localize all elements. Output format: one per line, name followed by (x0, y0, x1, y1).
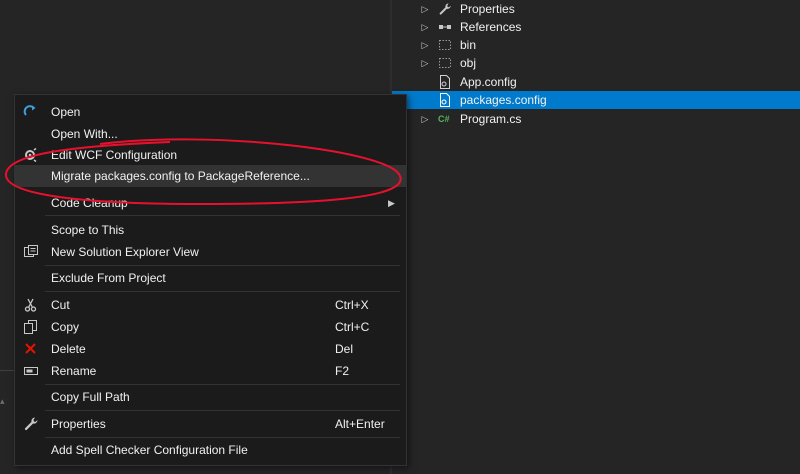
menu-item-label: Edit WCF Configuration (51, 148, 178, 162)
menu-item-cut[interactable]: Cut Ctrl+X (15, 294, 406, 316)
menu-item-label: Delete (51, 342, 86, 356)
tree-item-label: Properties (460, 2, 515, 16)
menu-item-label: Scope to This (51, 223, 125, 237)
menu-item-delete[interactable]: Delete Del (15, 338, 406, 360)
open-arrow-icon (23, 104, 39, 120)
menu-item-label: Open (51, 105, 81, 119)
wrench-icon (23, 416, 39, 432)
folder-outline-icon (438, 56, 452, 70)
tree-item-app-config[interactable]: App.config (392, 73, 800, 91)
shortcut-label: Del (335, 342, 354, 356)
menu-item-label: Code Cleanup (51, 196, 128, 210)
copy-icon (23, 319, 39, 335)
shortcut-label: F2 (335, 364, 350, 378)
expand-arrow-icon[interactable]: ▷ (420, 110, 430, 128)
tree-item-references[interactable]: ▷ References (392, 18, 800, 36)
gear-icon (23, 147, 39, 163)
menu-item-open-with[interactable]: Open With... (15, 123, 406, 145)
menu-separator (45, 265, 400, 266)
tree-item-program-cs[interactable]: ▷ C# Program.cs (392, 110, 800, 128)
menu-item-edit-wcf-configuration[interactable]: Edit WCF Configuration (15, 144, 406, 166)
config-file-icon (438, 93, 452, 107)
solution-explorer: ▷ Properties ▷ References ▷ bin ▷ obj Ap… (392, 0, 800, 474)
tree-item-bin[interactable]: ▷ bin (392, 36, 800, 54)
shortcut-label: Alt+Enter (335, 417, 385, 431)
menu-item-copy[interactable]: Copy Ctrl+C (15, 316, 406, 338)
tree-item-label: obj (460, 56, 477, 70)
tree-item-properties[interactable]: ▷ Properties (392, 0, 800, 18)
submenu-arrow-icon: ▶ (388, 198, 395, 208)
menu-item-add-spell-checker-config[interactable]: Add Spell Checker Configuration File (15, 439, 406, 461)
tree-item-label: Program.cs (460, 112, 522, 126)
scroll-glyph-icon: ▴ (0, 396, 5, 406)
menu-item-migrate-packages-config[interactable]: Migrate packages.config to PackageRefere… (15, 165, 406, 187)
menu-item-label: New Solution Explorer View (51, 245, 199, 259)
tree-item-label: App.config (460, 75, 517, 89)
menu-item-label: Cut (51, 298, 70, 312)
wrench-icon (438, 2, 452, 16)
config-file-icon (438, 75, 452, 89)
menu-item-scope-to-this[interactable]: Scope to This (15, 219, 406, 241)
menu-item-label: Rename (51, 364, 97, 378)
tree-item-obj[interactable]: ▷ obj (392, 54, 800, 72)
menu-item-properties[interactable]: Properties Alt+Enter (15, 413, 406, 435)
menu-item-code-cleanup[interactable]: Code Cleanup ▶ (15, 192, 406, 214)
tree-item-label: bin (460, 38, 477, 52)
menu-item-label: Add Spell Checker Configuration File (51, 443, 248, 457)
menu-item-exclude-from-project[interactable]: Exclude From Project (15, 267, 406, 289)
csharp-file-icon: C# (438, 114, 450, 124)
shortcut-label: Ctrl+X (335, 298, 369, 312)
expand-arrow-icon[interactable]: ▷ (420, 36, 430, 54)
rename-icon (23, 363, 39, 379)
folder-outline-icon (438, 38, 452, 52)
context-menu: Open Open With... Edit WCF Configuration… (14, 94, 407, 466)
menu-separator (45, 215, 400, 216)
menu-item-label: Migrate packages.config to PackageRefere… (51, 169, 310, 183)
new-view-icon (23, 244, 39, 260)
menu-item-new-solution-explorer-view[interactable]: New Solution Explorer View (15, 241, 406, 263)
expand-arrow-icon[interactable]: ▷ (420, 0, 430, 18)
menu-item-open[interactable]: Open (15, 101, 406, 123)
menu-separator (45, 410, 400, 411)
tree-item-label: packages.config (460, 93, 547, 107)
menu-item-label: Open With... (51, 127, 118, 141)
menu-item-label: Copy Full Path (51, 390, 130, 404)
menu-separator (45, 384, 400, 385)
menu-item-label: Properties (51, 417, 106, 431)
menu-item-label: Copy (51, 320, 80, 334)
expand-arrow-icon[interactable]: ▷ (420, 54, 430, 72)
delete-x-icon (23, 341, 39, 357)
references-icon (438, 20, 452, 34)
shortcut-label: Ctrl+C (335, 320, 370, 334)
menu-item-label: Exclude From Project (51, 271, 166, 285)
menu-separator (45, 291, 400, 292)
menu-separator (45, 437, 400, 438)
menu-item-copy-full-path[interactable]: Copy Full Path (15, 386, 406, 408)
scissors-icon (23, 297, 39, 313)
expand-arrow-icon[interactable]: ▷ (420, 18, 430, 36)
menu-item-rename[interactable]: Rename F2 (15, 360, 406, 382)
tree-item-packages-config[interactable]: packages.config (392, 91, 800, 109)
tree-item-label: References (460, 20, 522, 34)
